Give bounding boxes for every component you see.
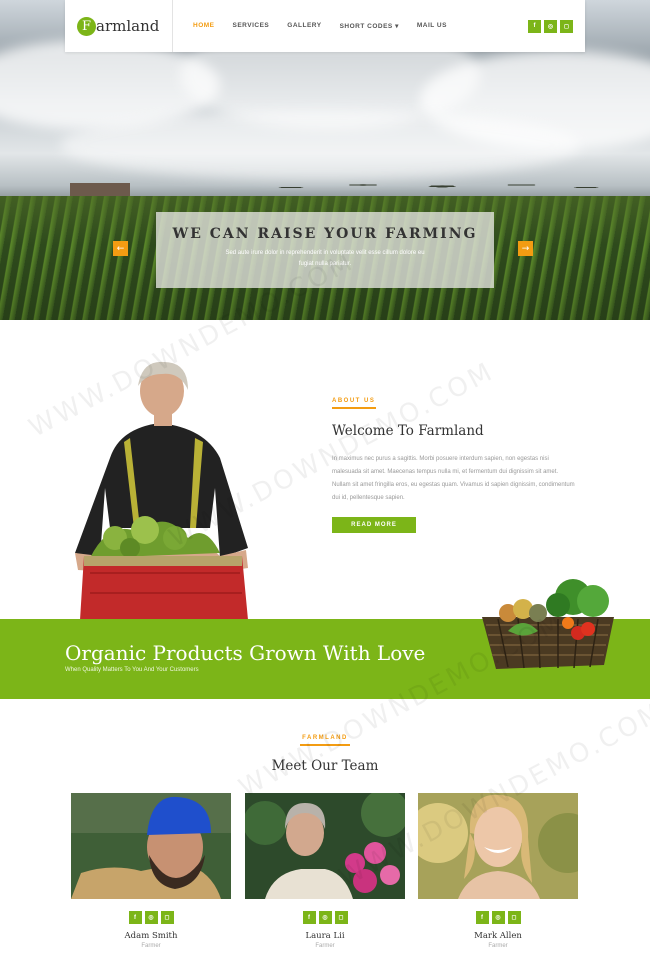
read-more-button[interactable]: READ MORE bbox=[332, 517, 416, 533]
logo-badge: F bbox=[77, 16, 96, 36]
nav-services[interactable]: SERVICES bbox=[233, 22, 270, 30]
nav-mail-us[interactable]: MAIL US bbox=[417, 22, 447, 30]
team-photo-laura bbox=[243, 789, 409, 899]
facebook-icon[interactable]: f bbox=[475, 911, 489, 924]
member-name: Laura Lii bbox=[305, 931, 345, 941]
logo-text: armland bbox=[96, 17, 160, 35]
hero-subtitle: Sed aute irure dolor in reprehenderit in… bbox=[225, 250, 425, 267]
about-title: Welcome To Farmland bbox=[332, 423, 484, 439]
dribbble-icon[interactable]: ◎ bbox=[318, 911, 332, 924]
facebook-icon[interactable]: f bbox=[128, 911, 142, 924]
farmer-woman-image bbox=[75, 361, 248, 620]
top-navbar: F armland HOME SERVICES GALLERY SHORT CO… bbox=[65, 0, 585, 52]
team-card: f ◎ ◻ Laura Lii Farmer bbox=[243, 789, 409, 949]
banner-subtitle: When Quality Matters To You And Your Cus… bbox=[65, 667, 199, 673]
facebook-icon[interactable]: f bbox=[302, 911, 316, 924]
eyebrow-underline bbox=[300, 744, 350, 746]
nav-gallery[interactable]: GALLERY bbox=[287, 22, 321, 30]
facebook-icon[interactable]: f bbox=[528, 19, 541, 33]
member-name: Mark Allen bbox=[474, 931, 522, 941]
instagram-icon[interactable]: ◻ bbox=[507, 911, 521, 924]
vegetable-basket-image bbox=[482, 579, 614, 669]
team-header: FARMLAND Meet Our Team bbox=[0, 735, 650, 774]
team-photo-mark bbox=[408, 793, 598, 899]
member-social-icons: f ◎ ◻ bbox=[418, 911, 578, 924]
slider-prev-arrow-icon[interactable]: ← bbox=[113, 241, 128, 256]
dribbble-icon[interactable]: ◎ bbox=[144, 911, 158, 924]
member-role: Farmer bbox=[141, 943, 161, 949]
member-name: Adam Smith bbox=[124, 931, 178, 941]
tree-line bbox=[255, 172, 615, 198]
site-logo[interactable]: F armland bbox=[65, 0, 173, 52]
about-section: ABOUT US Welcome To Farmland In maximus … bbox=[332, 398, 577, 533]
eyebrow-underline bbox=[332, 407, 376, 409]
member-role: Farmer bbox=[488, 943, 508, 949]
member-social-icons: f ◎ ◻ bbox=[245, 911, 405, 924]
team-title: Meet Our Team bbox=[271, 758, 379, 774]
instagram-icon[interactable]: ◻ bbox=[160, 911, 174, 924]
team-photo-adam bbox=[71, 793, 231, 899]
member-social-icons: f ◎ ◻ bbox=[71, 911, 231, 924]
team-card: f ◎ ◻ Adam Smith Farmer bbox=[71, 793, 231, 949]
hero-caption: WE CAN RAISE YOUR FARMING Sed aute irure… bbox=[156, 212, 494, 288]
instagram-icon[interactable]: ◻ bbox=[560, 19, 573, 33]
nav-home[interactable]: HOME bbox=[193, 22, 215, 30]
nav-short-codes[interactable]: SHORT CODES ▾ bbox=[340, 22, 399, 30]
about-body: In maximus nec purus a sagittis. Morbi p… bbox=[332, 456, 575, 501]
member-role: Farmer bbox=[315, 943, 335, 949]
barn-silhouette bbox=[70, 183, 130, 197]
banner-title: Organic Products Grown With Love bbox=[65, 641, 426, 665]
header-social-icons: f ◎ ◻ bbox=[528, 19, 585, 33]
about-eyebrow: ABOUT US bbox=[332, 398, 376, 404]
team-eyebrow: FARMLAND bbox=[302, 735, 348, 741]
dribbble-icon[interactable]: ◎ bbox=[544, 19, 557, 33]
slider-next-arrow-icon[interactable]: → bbox=[518, 241, 533, 256]
dribbble-icon[interactable]: ◎ bbox=[491, 911, 505, 924]
team-card: f ◎ ◻ Mark Allen Farmer bbox=[408, 793, 598, 949]
hero-title: WE CAN RAISE YOUR FARMING bbox=[172, 226, 478, 242]
main-nav: HOME SERVICES GALLERY SHORT CODES ▾ MAIL… bbox=[193, 22, 465, 30]
instagram-icon[interactable]: ◻ bbox=[334, 911, 348, 924]
